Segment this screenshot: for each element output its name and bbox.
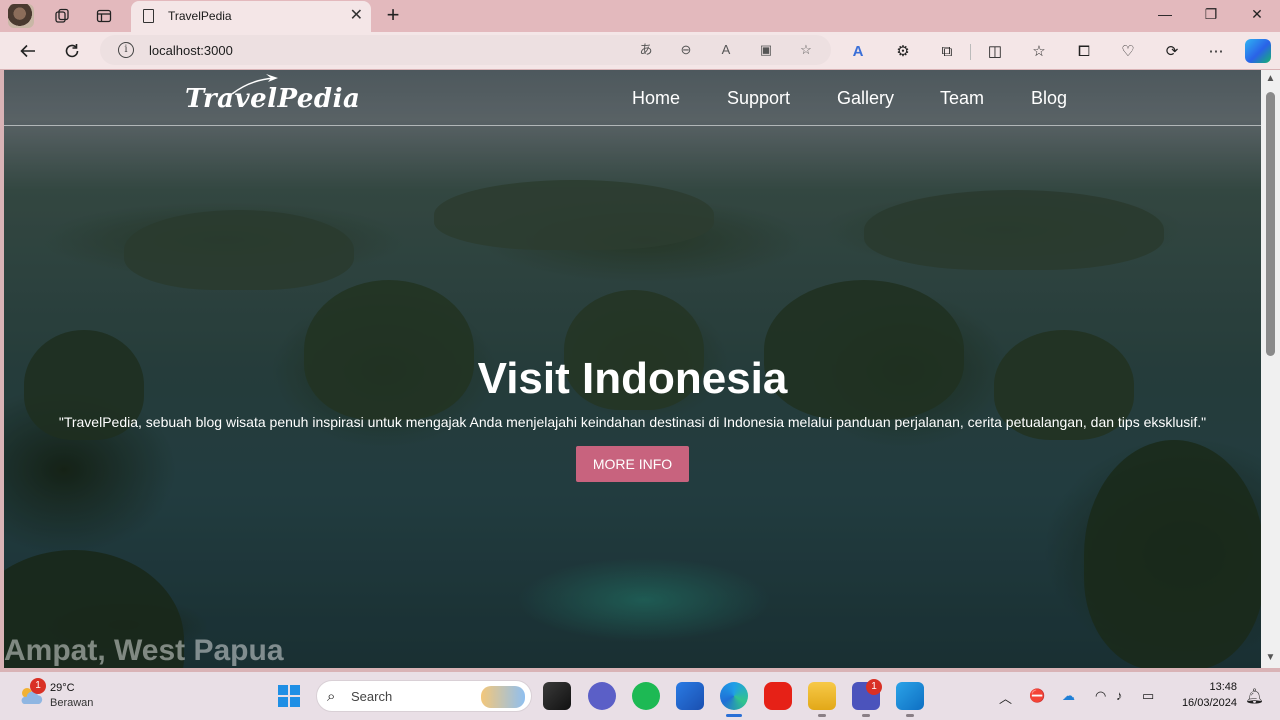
search-highlight-icon	[481, 686, 525, 708]
new-tab-button[interactable]: +	[381, 4, 405, 28]
wifi-icon[interactable]: ◠	[1095, 688, 1106, 704]
security-alert-icon[interactable]: ⛔	[1029, 688, 1045, 704]
browser-tab-bar: TravelPedia ✕ + — ❐ ✕	[0, 0, 1280, 32]
file-explorer-icon[interactable]	[808, 682, 836, 710]
tab-actions-icon[interactable]	[90, 4, 118, 28]
edge-active-indicator	[726, 714, 742, 717]
teams-running-indicator	[862, 714, 870, 717]
settings-more-icon[interactable]: ⋯	[1202, 38, 1230, 64]
nav-link-blog[interactable]: Blog	[1031, 88, 1067, 109]
hd-icon[interactable]: ▣	[755, 40, 777, 60]
youtube-icon[interactable]	[764, 682, 792, 710]
more-info-button[interactable]: MORE INFO	[576, 446, 689, 482]
spotify-icon[interactable]	[632, 682, 660, 710]
restore-button[interactable]: ❐	[1188, 6, 1234, 23]
scrollbar-thumb[interactable]	[1266, 92, 1275, 356]
minimize-button[interactable]: —	[1142, 6, 1188, 22]
image-caption: Ampat, West Papua	[4, 634, 284, 667]
webpage-viewport: TravelPedia Home Support Gallery Team Bl…	[4, 70, 1261, 668]
taskbar-search[interactable]: ⌕ Search	[316, 680, 532, 712]
browser-toolbar: i localhost:3000 あ ⊖ A ▣ ☆ A ⚙ ⧉ ◫ ☆ ⧠ ♡…	[0, 32, 1280, 69]
vscode-running-indicator	[906, 714, 914, 717]
translator-extension-icon[interactable]: A	[844, 38, 872, 64]
page-icon	[143, 9, 154, 23]
battery-icon[interactable]: ▭	[1142, 688, 1154, 704]
site-logo[interactable]: TravelPedia	[185, 84, 360, 114]
weather-temperature[interactable]: 29°C	[50, 682, 75, 694]
read-aloud-icon[interactable]: A	[715, 40, 737, 60]
collections-icon[interactable]: ⧠	[1070, 38, 1098, 64]
scroll-down-icon[interactable]: ▼	[1265, 652, 1276, 663]
url-text: localhost:3000	[149, 43, 233, 58]
back-button[interactable]	[14, 38, 42, 64]
task-view-icon[interactable]	[543, 682, 571, 710]
start-windows-icon[interactable]	[278, 685, 300, 707]
profile-avatar[interactable]	[8, 4, 34, 28]
page-scrollbar[interactable]: ▲ ▼	[1261, 70, 1280, 668]
weather-description[interactable]: Berawan	[50, 697, 93, 709]
nav-link-support[interactable]: Support	[727, 88, 790, 109]
clock-time[interactable]: 13:48	[1175, 681, 1237, 693]
translate-icon[interactable]: あ	[635, 40, 657, 60]
scroll-up-icon[interactable]: ▲	[1265, 73, 1276, 84]
onedrive-cloud-icon[interactable]: ☁	[1062, 688, 1075, 704]
hero-subtitle: "TravelPedia, sebuah blog wisata penuh i…	[58, 414, 1207, 430]
toolbar-divider	[970, 44, 971, 60]
extension-icon[interactable]: ⚙	[889, 38, 917, 64]
search-placeholder: Search	[351, 689, 393, 704]
chat-icon[interactable]	[588, 682, 616, 710]
explorer-running-indicator	[818, 714, 826, 717]
site-navbar: TravelPedia Home Support Gallery Team Bl…	[4, 70, 1261, 126]
refresh-button[interactable]	[58, 38, 86, 64]
clock-date[interactable]: 16/03/2024	[1175, 697, 1237, 709]
close-tab-icon[interactable]: ✕	[350, 5, 363, 25]
performance-icon[interactable]: ♡	[1114, 38, 1142, 64]
search-icon: ⌕	[327, 688, 336, 705]
vscode-icon[interactable]	[896, 682, 924, 710]
notification-bell-icon[interactable]: 🔔︎	[1245, 687, 1264, 705]
tab-title: TravelPedia	[168, 9, 232, 23]
microsoft-store-icon[interactable]	[676, 682, 704, 710]
active-tab[interactable]: TravelPedia ✕	[131, 1, 371, 32]
browser-essentials-icon[interactable]: ⟳	[1158, 38, 1186, 64]
extensions-puzzle-icon[interactable]: ⧉	[933, 38, 961, 64]
nav-link-team[interactable]: Team	[940, 88, 984, 109]
close-window-button[interactable]: ✕	[1234, 6, 1280, 23]
favorite-star-icon[interactable]: ☆	[795, 40, 817, 60]
split-screen-icon[interactable]: ◫	[981, 38, 1009, 64]
weather-alert-badge: 1	[30, 678, 46, 694]
hero-title: Visit Indonesia	[477, 354, 788, 403]
teams-notification-badge: 1	[866, 679, 882, 695]
favorites-icon[interactable]: ☆	[1025, 38, 1053, 64]
site-info-icon[interactable]: i	[118, 42, 134, 58]
nav-link-gallery[interactable]: Gallery	[837, 88, 894, 109]
edge-browser-icon[interactable]	[720, 682, 748, 710]
volume-icon[interactable]: ♪	[1116, 688, 1123, 703]
zoom-out-icon[interactable]: ⊖	[675, 40, 697, 60]
show-hidden-icons-chevron-icon[interactable]: ︿	[999, 688, 1012, 707]
workspaces-icon[interactable]	[48, 4, 76, 28]
nav-link-home[interactable]: Home	[632, 88, 680, 109]
address-bar[interactable]: i localhost:3000 あ ⊖ A ▣ ☆	[100, 35, 831, 65]
taskbar: 1 29°C Berawan ⌕ Search 1 ︿ ⛔ ☁ ◠ ♪ ▭ 13…	[0, 672, 1280, 720]
copilot-icon[interactable]	[1245, 39, 1271, 63]
